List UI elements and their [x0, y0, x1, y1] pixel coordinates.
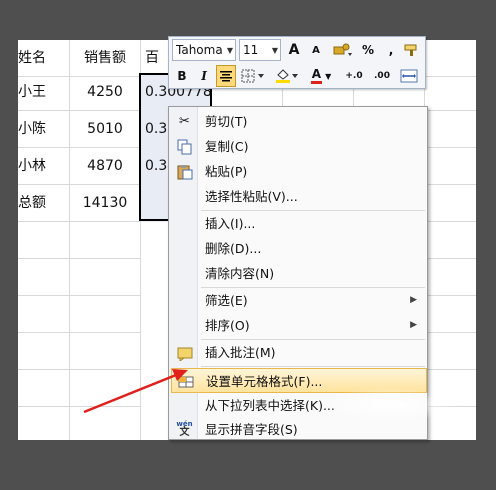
annotation-arrow [83, 369, 188, 414]
